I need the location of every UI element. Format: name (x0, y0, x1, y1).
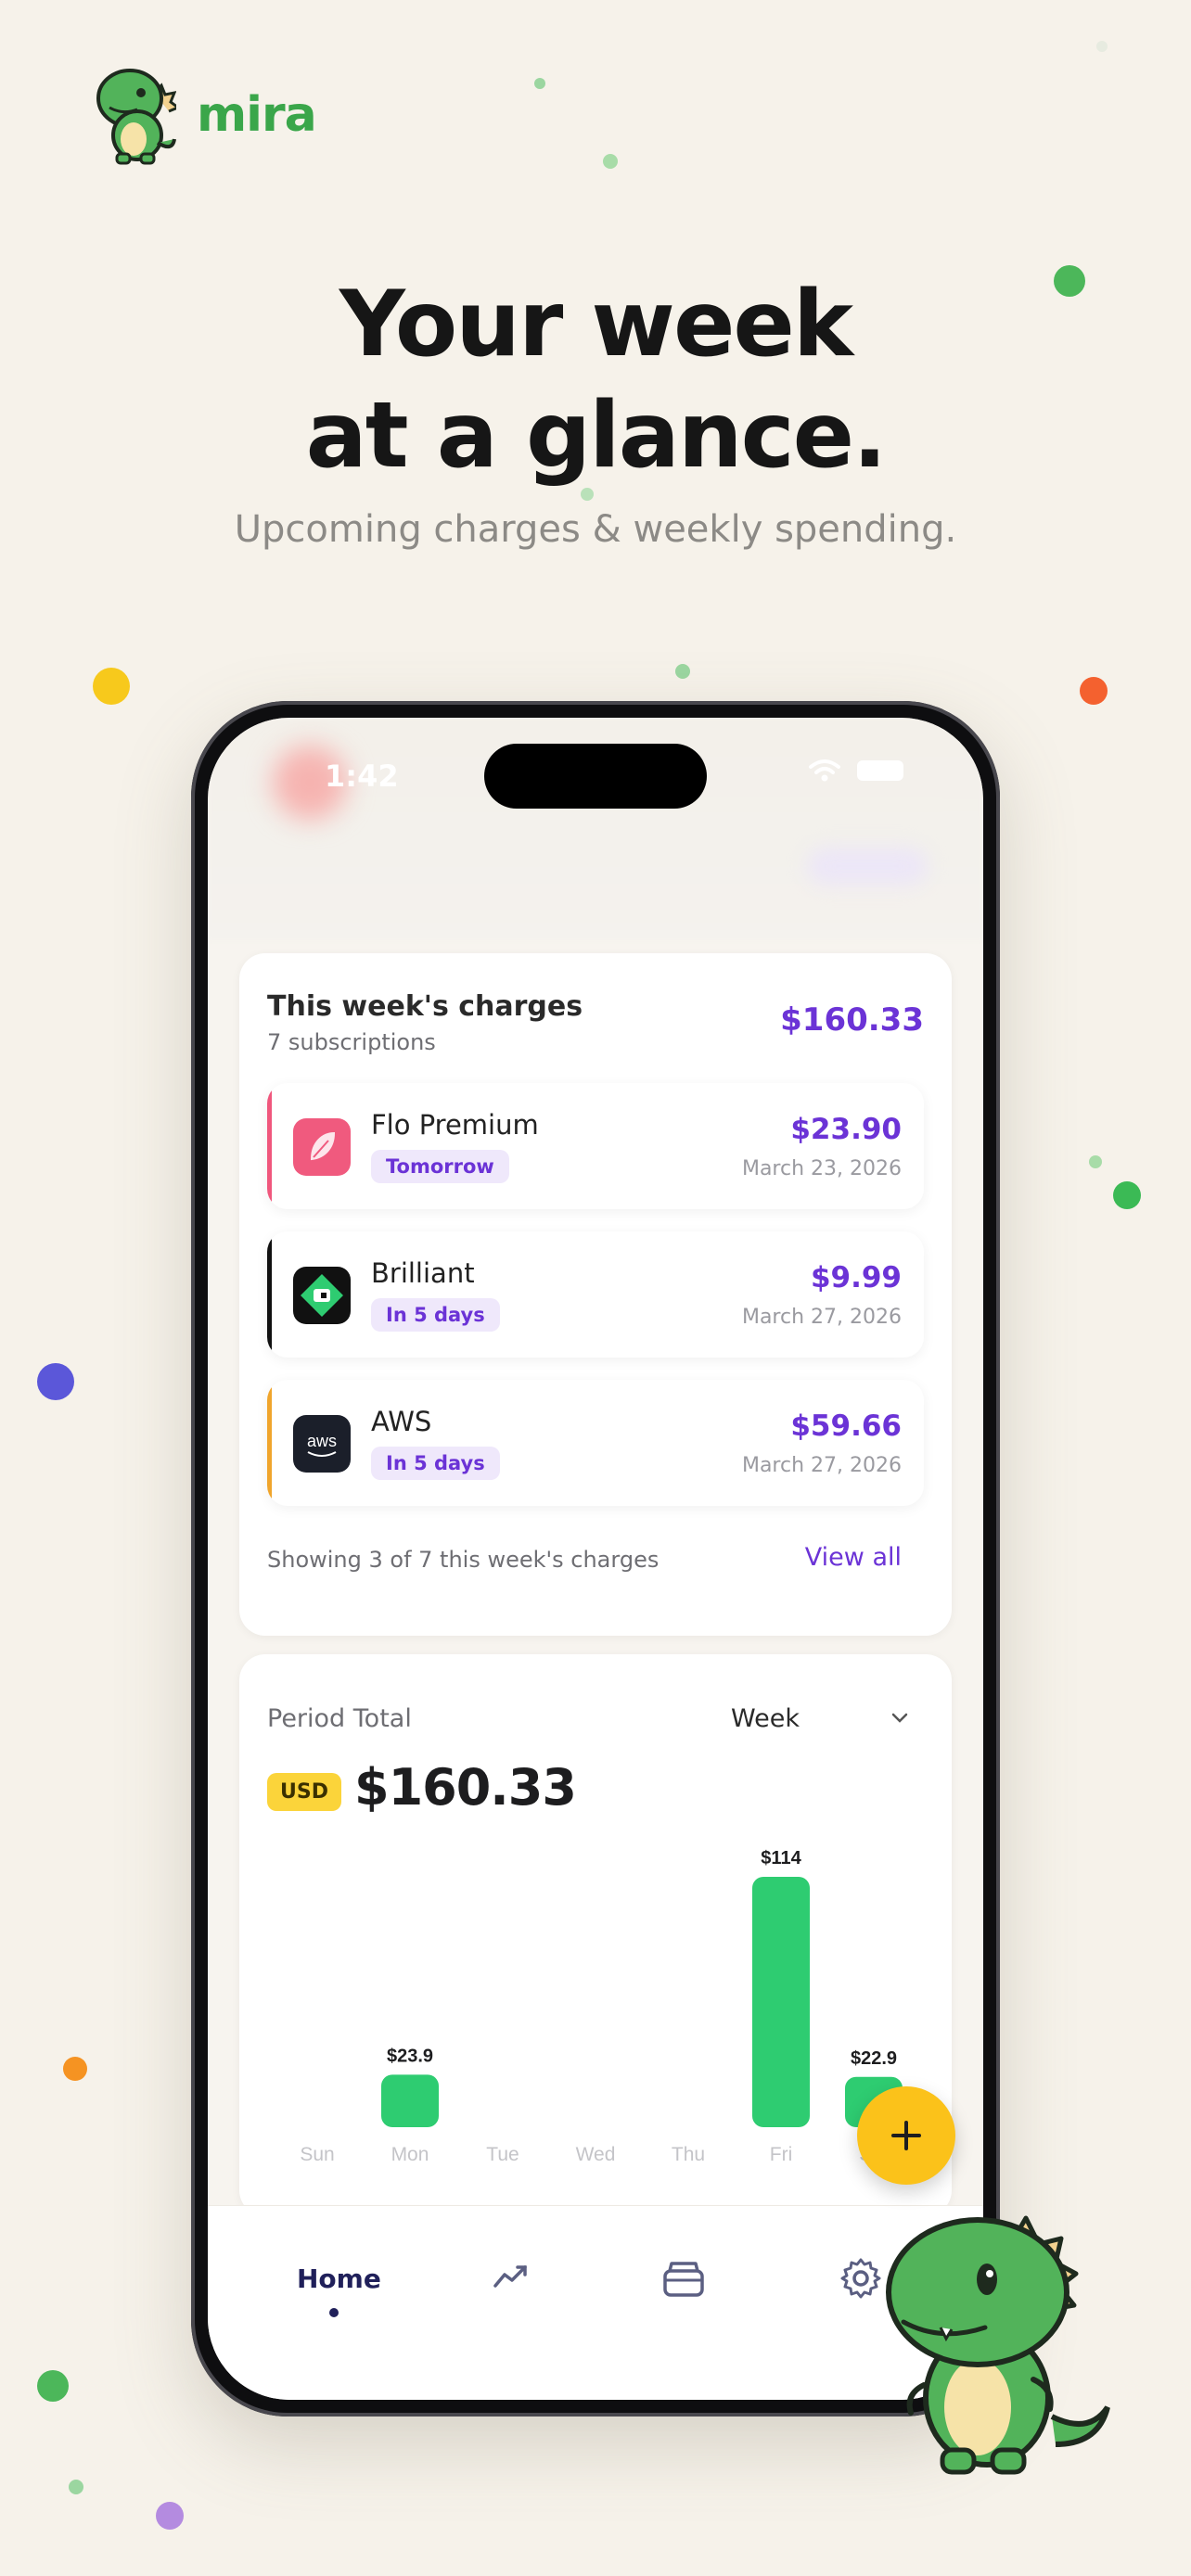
battery-icon (857, 760, 903, 781)
brand: mira (89, 65, 317, 165)
chart-tick-label: Fri (770, 2144, 793, 2165)
confetti-dot (1080, 677, 1108, 705)
confetti-dot (37, 2370, 69, 2402)
status-icons (809, 759, 903, 783)
trend-icon[interactable] (490, 2256, 531, 2297)
charge-amount: $59.66 (790, 1409, 902, 1443)
period-total-card: Period Total Week USD $160.33 Sun $23.9 Mo… (239, 1654, 952, 2216)
charges-subtitle: 7 subscriptions (267, 1029, 436, 1055)
confetti-dot (675, 664, 690, 679)
charge-amount: $23.90 (790, 1113, 902, 1146)
status-time: 1:42 (325, 759, 399, 794)
range-select[interactable]: Week (731, 1704, 800, 1733)
chart-tick-label: Tue (486, 2144, 519, 2165)
flo-feather-icon (293, 1118, 351, 1176)
weekly-charges-card: This week's charges 7 subscriptions $160… (239, 953, 952, 1636)
dino-mascot (886, 2215, 1110, 2475)
active-tab-indicator (329, 2308, 339, 2317)
charge-date: March 23, 2026 (741, 1157, 902, 1180)
header-pill (807, 848, 928, 885)
chart-tick-label: Wed (576, 2144, 616, 2165)
wallet-icon[interactable] (660, 2256, 707, 2302)
charge-date: March 27, 2026 (741, 1306, 902, 1329)
chevron-down-icon[interactable] (889, 1706, 911, 1728)
chart-data-label: $23.9 (387, 2046, 433, 2066)
plus-icon (891, 2121, 921, 2150)
period-label: Period Total (267, 1704, 412, 1733)
charge-name: Brilliant (371, 1257, 475, 1289)
charges-total: $160.33 (780, 1001, 924, 1039)
confetti-dot (93, 668, 130, 705)
headline-line-1: Your week (339, 272, 853, 377)
brilliant-logo-icon (293, 1267, 351, 1324)
aws-logo-icon: aws (293, 1415, 351, 1473)
charge-name: AWS (371, 1406, 432, 1437)
due-badge: Tomorrow (371, 1150, 509, 1183)
due-badge: In 5 days (371, 1298, 500, 1332)
chart-tick-label: Mon (391, 2144, 429, 2165)
charge-amount: $9.99 (810, 1261, 902, 1294)
chart-data-label: $114 (761, 1848, 801, 1868)
dino-logo-icon (96, 69, 176, 165)
brand-name: mira (197, 87, 317, 143)
showing-count: Showing 3 of 7 this week's charges (267, 1547, 660, 1573)
chart-tick-label: Thu (672, 2144, 705, 2165)
dynamic-island (484, 744, 707, 809)
charge-row-brilliant[interactable]: Brilliant In 5 days $9.99 March 27, 2026 (267, 1231, 924, 1358)
subheadline: Upcoming charges & weekly spending. (234, 508, 957, 551)
confetti-dot (63, 2057, 87, 2081)
confetti-dot (156, 2502, 184, 2530)
add-subscription-button[interactable] (857, 2086, 955, 2185)
row-accent (267, 1083, 272, 1209)
chart-bar (752, 1877, 810, 2127)
confetti-dot (37, 1363, 74, 1400)
tab-home[interactable]: Home (297, 2264, 381, 2294)
currency-badge: USD (267, 1773, 341, 1811)
weekly-spending-chart: Sun$23.9MonTueWedThu$114Fri$22.9Sat (300, 1848, 903, 2165)
tab-bar: Home (208, 2205, 983, 2400)
svg-text:aws: aws (307, 1432, 337, 1450)
period-total-amount: $160.33 (354, 1758, 577, 1817)
charge-date: March 27, 2026 (741, 1454, 902, 1477)
charge-row-flo[interactable]: Flo Premium Tomorrow $23.90 March 23, 20… (267, 1083, 924, 1209)
chart-data-label: $22.9 (851, 2048, 897, 2069)
confetti-dot (534, 78, 545, 89)
chart-tick-label: Sun (300, 2144, 334, 2165)
confetti-dot (1096, 41, 1108, 52)
row-accent (267, 1231, 272, 1358)
charge-name: Flo Premium (371, 1109, 539, 1141)
confetti-dot (69, 2480, 83, 2494)
row-accent (267, 1380, 272, 1506)
headline: Your week at a glance. (0, 269, 1191, 491)
charge-row-aws[interactable]: aws AWS In 5 days $59.66 March 27, 2026 (267, 1380, 924, 1506)
wifi-icon (809, 759, 840, 782)
confetti-dot (1113, 1181, 1141, 1209)
headline-line-2: at a glance. (305, 383, 888, 489)
confetti-dot (603, 154, 618, 169)
chart-bar (381, 2074, 439, 2127)
confetti-dot (1089, 1155, 1102, 1168)
due-badge: In 5 days (371, 1447, 500, 1480)
view-all-link[interactable]: View all (805, 1543, 902, 1572)
charges-title: This week's charges (267, 990, 583, 1023)
